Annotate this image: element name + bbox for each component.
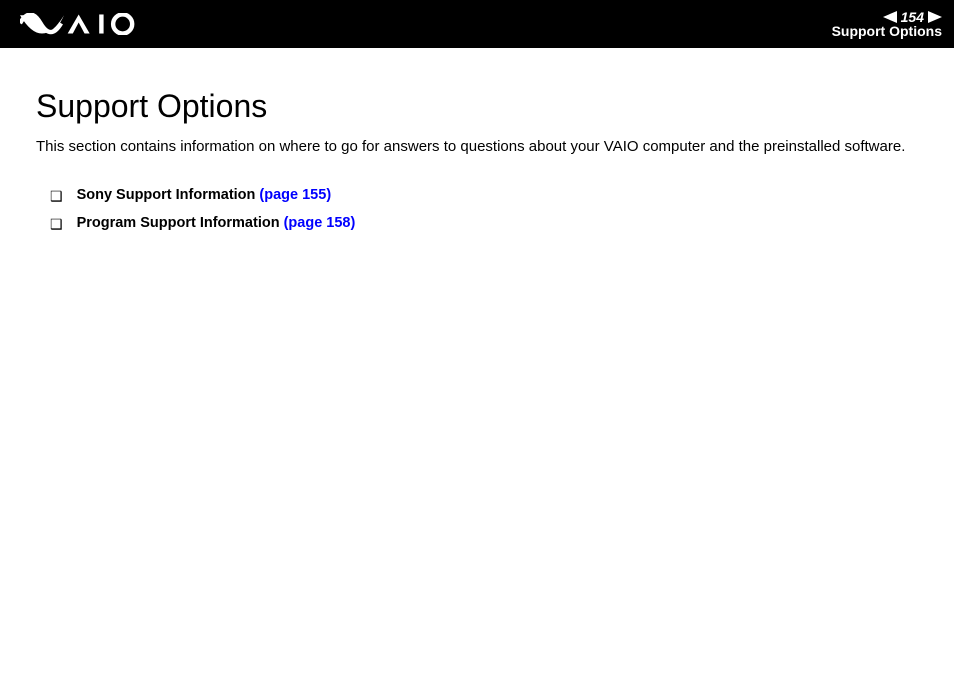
header-right: 154 Support Options — [832, 9, 942, 39]
bullet-icon: ❑ — [50, 187, 63, 205]
intro-paragraph: This section contains information on whe… — [36, 137, 918, 157]
list-item-label: Program Support Information — [77, 215, 284, 231]
header-section-title: Support Options — [832, 23, 942, 39]
page-title: Support Options — [36, 88, 918, 125]
page-link[interactable]: (page 158) — [284, 215, 356, 231]
page-content: Support Options This section contains in… — [0, 48, 954, 234]
vaio-logo — [20, 13, 137, 35]
header-bar: 154 Support Options — [0, 0, 954, 48]
next-page-arrow-icon[interactable] — [928, 11, 942, 23]
list-item: ❑ Program Support Information (page 158) — [50, 215, 918, 233]
list-item-label: Sony Support Information — [77, 187, 260, 203]
prev-page-arrow-icon[interactable] — [883, 11, 897, 23]
page-link[interactable]: (page 155) — [259, 187, 331, 203]
section-links-list: ❑ Sony Support Information (page 155) ❑ … — [36, 187, 918, 233]
bullet-icon: ❑ — [50, 215, 63, 233]
list-item: ❑ Sony Support Information (page 155) — [50, 187, 918, 205]
